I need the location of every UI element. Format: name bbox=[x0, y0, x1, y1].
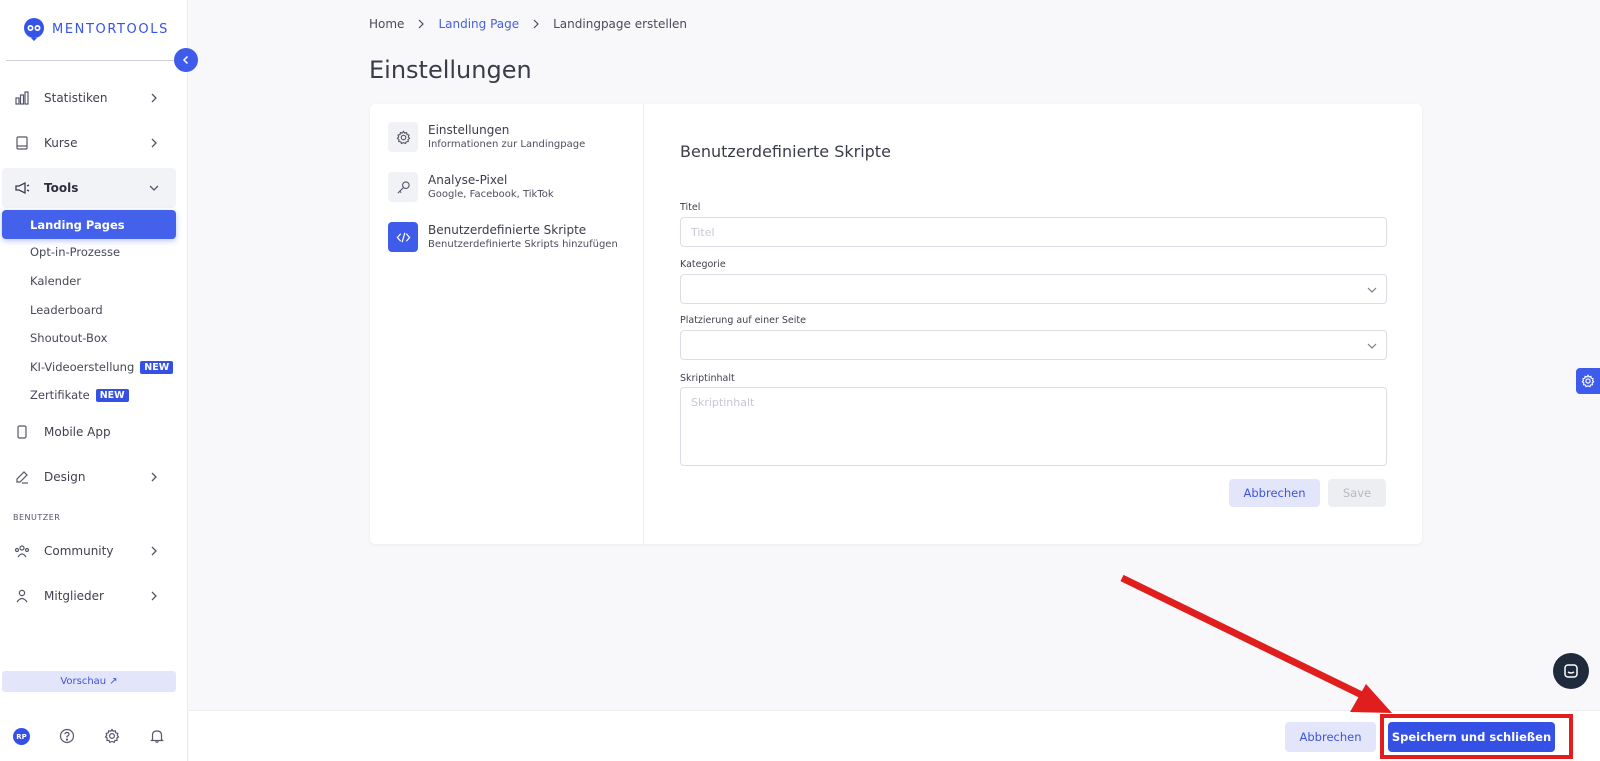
sidebar-item-tools[interactable]: Tools bbox=[2, 168, 176, 208]
settings-panel-toggle[interactable] bbox=[1576, 368, 1600, 394]
collapse-sidebar-button[interactable] bbox=[174, 48, 198, 72]
breadcrumb-landing-page[interactable]: Landing Page bbox=[438, 17, 519, 31]
settings-menu-title: Analyse-Pixel bbox=[428, 173, 508, 187]
sidebar-item-mobile-app[interactable]: Mobile App bbox=[2, 412, 176, 452]
form-title: Benutzerdefinierte Skripte bbox=[680, 142, 891, 161]
sidebar-item-mitglieder[interactable]: Mitglieder bbox=[2, 576, 176, 616]
sidebar-item-design[interactable]: Design bbox=[2, 457, 176, 497]
breadcrumb-home[interactable]: Home bbox=[369, 17, 404, 31]
chevron-left-icon bbox=[182, 55, 189, 65]
bar-chart-icon bbox=[14, 90, 30, 106]
sidebar-item-community[interactable]: Community bbox=[2, 531, 176, 571]
bell-icon[interactable] bbox=[149, 728, 165, 744]
category-label: Kategorie bbox=[680, 259, 726, 270]
phone-icon bbox=[14, 424, 30, 440]
title-label: Titel bbox=[680, 202, 701, 213]
book-icon bbox=[14, 135, 30, 151]
sidebar: MENTORTOOLS Statistiken Kurse Tools Land… bbox=[0, 0, 188, 761]
sidebar-item-label: Landing Pages bbox=[30, 217, 125, 232]
sidebar-subitem-shoutout[interactable]: Shoutout-Box bbox=[2, 324, 176, 352]
gear-icon[interactable] bbox=[104, 728, 120, 744]
sidebar-item-label: Kalender bbox=[30, 274, 82, 288]
save-button[interactable]: Save bbox=[1328, 479, 1386, 507]
script-content-textarea[interactable]: Skriptinhalt bbox=[680, 387, 1387, 466]
settings-menu-einstellungen[interactable]: Einstellungen Informationen zur Landingp… bbox=[388, 122, 585, 152]
sidebar-item-label: Kurse bbox=[44, 136, 78, 150]
gear-icon bbox=[388, 122, 418, 152]
preview-button[interactable]: Vorschau ↗ bbox=[2, 671, 176, 692]
sidebar-item-label: Mitglieder bbox=[44, 589, 104, 603]
content-label: Skriptinhalt bbox=[680, 373, 735, 384]
breadcrumb: Home Landing Page Landingpage erstellen bbox=[369, 17, 687, 31]
placement-select[interactable] bbox=[680, 330, 1387, 360]
settings-menu-subtitle: Informationen zur Landingpage bbox=[428, 139, 586, 150]
chevron-down-icon bbox=[1367, 287, 1377, 293]
sidebar-item-kurse[interactable]: Kurse bbox=[2, 123, 176, 163]
chevron-right-icon bbox=[419, 19, 425, 29]
chevron-right-icon bbox=[151, 93, 157, 103]
cancel-button[interactable]: Abbrechen bbox=[1229, 479, 1320, 507]
placement-label: Platzierung auf einer Seite bbox=[680, 315, 806, 326]
sidebar-subitem-opt-in[interactable]: Opt-in-Prozesse bbox=[2, 238, 176, 266]
settings-menu-custom-scripts[interactable]: Benutzerdefinierte Skripte Benutzerdefin… bbox=[388, 222, 618, 252]
sidebar-subitem-ki-video[interactable]: KI-Videoerstellung NEW bbox=[2, 353, 176, 381]
divider bbox=[643, 104, 644, 544]
logo-text: MENTORTOOLS bbox=[52, 21, 169, 37]
footer-cancel-button[interactable]: Abbrechen bbox=[1285, 722, 1376, 752]
logo[interactable]: MENTORTOOLS bbox=[22, 17, 169, 41]
category-select[interactable] bbox=[680, 274, 1387, 304]
sidebar-item-label: Opt-in-Prozesse bbox=[30, 245, 121, 259]
page-title: Einstellungen bbox=[369, 56, 532, 84]
settings-card: Einstellungen Informationen zur Landingp… bbox=[370, 104, 1422, 544]
settings-menu-subtitle: Benutzerdefinierte Skripts hinzufügen bbox=[428, 239, 618, 250]
sidebar-item-label: Statistiken bbox=[44, 91, 108, 105]
sidebar-item-label: Design bbox=[44, 470, 86, 484]
sidebar-item-label: Shoutout-Box bbox=[30, 331, 108, 345]
sidebar-item-label: KI-Videoerstellung bbox=[30, 360, 135, 374]
chevron-right-icon bbox=[151, 591, 157, 601]
chevron-right-icon bbox=[151, 546, 157, 556]
chevron-down-icon bbox=[1367, 343, 1377, 349]
sidebar-item-label: Zertifikate bbox=[30, 388, 90, 402]
chevron-down-icon bbox=[149, 185, 159, 191]
code-icon bbox=[388, 222, 418, 252]
settings-menu-analyse-pixel[interactable]: Analyse-Pixel Google, Facebook, TikTok bbox=[388, 172, 554, 202]
sidebar-item-label: Tools bbox=[44, 181, 79, 195]
gear-icon bbox=[1581, 374, 1595, 388]
user-icon bbox=[14, 588, 30, 604]
settings-menu-title: Benutzerdefinierte Skripte bbox=[428, 223, 587, 237]
highlight-annotation bbox=[1380, 714, 1573, 759]
sidebar-item-statistiken[interactable]: Statistiken bbox=[2, 78, 176, 118]
sidebar-footer: RP bbox=[0, 716, 188, 756]
settings-menu-subtitle: Google, Facebook, TikTok bbox=[428, 189, 554, 200]
chevron-right-icon bbox=[151, 472, 157, 482]
sidebar-subitem-landing-pages[interactable]: Landing Pages bbox=[2, 210, 176, 239]
logo-icon bbox=[24, 18, 44, 41]
section-label-users: BENUTZER bbox=[13, 513, 61, 522]
new-badge: NEW bbox=[140, 360, 174, 374]
title-input[interactable]: Titel bbox=[680, 217, 1387, 247]
chat-icon bbox=[1564, 664, 1578, 678]
sidebar-subitem-leaderboard[interactable]: Leaderboard bbox=[2, 296, 176, 324]
sidebar-item-label: Community bbox=[44, 544, 114, 558]
chat-launcher[interactable] bbox=[1553, 653, 1589, 689]
sidebar-subitem-kalender[interactable]: Kalender bbox=[2, 267, 176, 295]
chevron-right-icon bbox=[151, 138, 157, 148]
settings-menu-title: Einstellungen bbox=[428, 123, 510, 137]
sidebar-item-label: Leaderboard bbox=[30, 303, 103, 317]
edit-icon bbox=[14, 469, 30, 485]
help-icon[interactable] bbox=[59, 728, 75, 744]
megaphone-icon bbox=[14, 180, 30, 196]
divider bbox=[6, 60, 174, 61]
key-icon bbox=[388, 172, 418, 202]
sidebar-subitem-zertifikate[interactable]: Zertifikate NEW bbox=[2, 381, 176, 409]
chevron-right-icon bbox=[533, 19, 539, 29]
sidebar-item-label: Mobile App bbox=[44, 425, 111, 439]
avatar[interactable]: RP bbox=[13, 728, 30, 745]
new-badge: NEW bbox=[95, 388, 129, 402]
users-icon bbox=[14, 543, 30, 559]
breadcrumb-current: Landingpage erstellen bbox=[553, 17, 688, 31]
